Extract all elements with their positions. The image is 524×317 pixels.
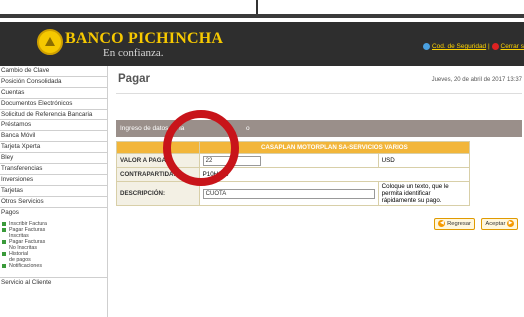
current-date: Jueves, 20 de abril de 2017 13:37 [431, 77, 522, 83]
main-content: Pagar Jueves, 20 de abril de 2017 13:37 … [108, 66, 524, 317]
description-hint: Coloque un texto, que le permita identif… [377, 181, 471, 206]
currency: USD [377, 153, 471, 168]
sidebar-item-prestamos[interactable]: Préstamos [0, 120, 107, 131]
sidebar-item-cambio-clave[interactable]: Cambio de Clave [0, 66, 107, 77]
bullet-icon [2, 221, 6, 226]
sidebar-item-inversiones[interactable]: Inversiones [0, 175, 107, 186]
sidebar-item-pagos[interactable]: Pagos [0, 208, 107, 218]
logout-icon [491, 43, 499, 50]
page-title: Pagar [118, 73, 150, 85]
section-header-text-tail: o [246, 125, 250, 132]
sidebar-item-documentos[interactable]: Documentos Electrónicos [0, 99, 107, 110]
logout-link[interactable]: Cerrar s [501, 43, 524, 50]
arrow-right-icon: ▶ [507, 219, 514, 227]
bullet-icon [2, 227, 6, 232]
sidebar-item-transferencias[interactable]: Transferencias [0, 164, 107, 175]
form-actions: ◀ Regresar Aceptar ▶ [432, 212, 518, 230]
sidebar: Cambio de Clave Posición Consolidada Cue… [0, 66, 108, 317]
sidebar-item-posicion[interactable]: Posición Consolidada [0, 77, 107, 88]
security-code-link[interactable]: Cod. de Seguridad [432, 43, 486, 50]
description-label: DESCRIPCIÓN: [116, 181, 200, 206]
back-button[interactable]: ◀ Regresar [434, 218, 475, 230]
browser-frame: BANCO PICHINCHA En confianza. Cod. de Se… [0, 14, 524, 317]
top-line [256, 0, 258, 14]
bank-brand: BANCO PICHINCHA [65, 30, 224, 47]
sidebar-item-servicio-cliente[interactable]: Servicio al Cliente [0, 278, 107, 288]
counterpart-value: P10H003 [198, 167, 471, 182]
service-header: CASAPLAN MOTORPLAN SA-SERVICIOS VARIOS [198, 141, 471, 154]
header-links: Cod. de Seguridad | Cerrar s [422, 43, 524, 51]
sidebar-item-tarjetas[interactable]: Tarjetas [0, 186, 107, 197]
accept-button[interactable]: Aceptar ▶ [481, 218, 518, 230]
sidebar-item-banca-movil[interactable]: Banca Móvil [0, 131, 107, 142]
sidebar-item-cuentas[interactable]: Cuentas [0, 88, 107, 99]
bank-tagline: En confianza. [103, 47, 164, 59]
security-code-icon [422, 43, 430, 50]
sidebar-item-tarjeta-xperta[interactable]: Tarjeta Xperta [0, 142, 107, 153]
description-input[interactable]: CUOTA [202, 188, 375, 199]
sidebar-item-referencia[interactable]: Solicitud de Referencia Bancaria [0, 110, 107, 120]
bullet-icon [2, 239, 6, 244]
arrow-left-icon: ◀ [438, 219, 446, 227]
bullet-icon [2, 251, 6, 256]
header-separator: | [488, 43, 490, 51]
annotation-circle [163, 110, 239, 186]
bank-logo-icon [37, 29, 63, 55]
sidebar-item-otros[interactable]: Otros Servicios [0, 197, 107, 208]
sidebar-item-bley[interactable]: Bley [0, 153, 107, 164]
divider [116, 93, 522, 94]
bank-header: BANCO PICHINCHA En confianza. Cod. de Se… [0, 22, 524, 66]
bullet-icon [2, 263, 6, 268]
